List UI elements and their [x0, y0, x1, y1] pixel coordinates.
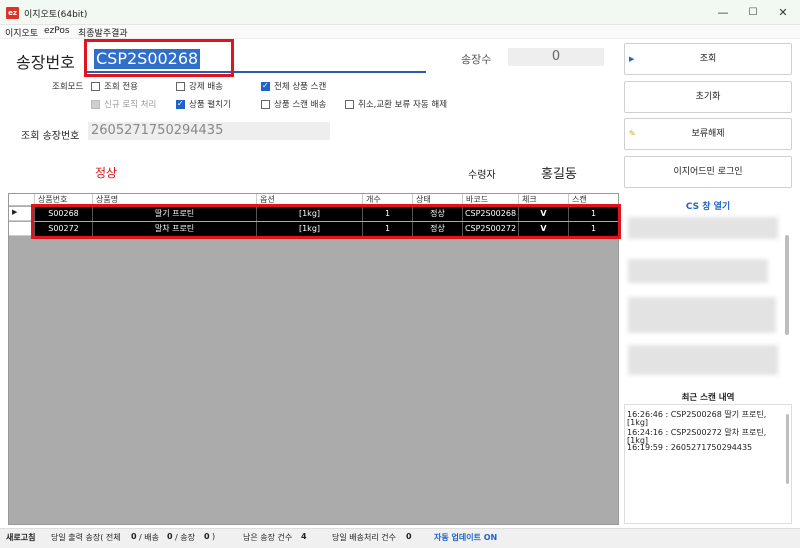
- invoice-label: 송장번호: [16, 53, 75, 72]
- searched-invoice-label: 조회 송장번호: [21, 131, 80, 142]
- menu-item-final-order[interactable]: 최종발주결과: [78, 26, 128, 39]
- window-title: 이지오토(64bit): [24, 10, 88, 20]
- recent-scan-line: 16:19:59 : 2605271750294435: [627, 443, 753, 452]
- release-hold-button[interactable]: ✎ 보류해제: [624, 118, 792, 150]
- checkbox-expand-products[interactable]: [176, 99, 185, 109]
- today-output-label: 당일 출력 송장( 전체: [51, 533, 121, 542]
- checkbox-scan-delivery[interactable]: [261, 100, 270, 109]
- processed-value: 0: [406, 532, 412, 541]
- maximize-icon[interactable]: ☐: [738, 4, 768, 22]
- checkbox-view-only[interactable]: [91, 82, 100, 91]
- receiver-label: 수령자: [468, 170, 496, 181]
- reset-button-label: 초기화: [695, 92, 721, 102]
- current-row-arrow-icon: ▶: [12, 208, 18, 216]
- cs-panel-scrollbar[interactable]: [785, 235, 789, 335]
- product-grid: [8, 193, 619, 525]
- app-logo-icon: ez: [6, 7, 19, 19]
- invoice-count-label: / 송장: [175, 533, 195, 542]
- minimize-icon[interactable]: —: [708, 4, 738, 22]
- option-force-delivery-label: 강제 배송: [189, 82, 223, 92]
- auto-update-status[interactable]: 자동 업데이트 ON: [434, 532, 497, 543]
- count-value: 0: [508, 48, 604, 66]
- option-scan-delivery-label: 상품 스캔 배송: [274, 100, 327, 110]
- option-auto-release-label: 취소,교환 보류 자동 해제: [358, 100, 448, 110]
- checkbox-force-delivery[interactable]: [176, 82, 185, 91]
- recent-scans-list: [624, 404, 792, 524]
- today-total-value: 0: [131, 532, 137, 541]
- remaining-value: 4: [301, 532, 307, 541]
- delivery-value: 0: [167, 532, 173, 541]
- option-full-scan-label: 전체 상품 스캔: [274, 82, 327, 92]
- reset-button[interactable]: 초기화: [624, 81, 792, 113]
- search-button-label: 조회: [699, 54, 717, 64]
- option-view-only-label: 조회 전용: [104, 82, 138, 92]
- processed-label: 당일 배송처리 건수: [332, 533, 396, 542]
- blurred-content: [628, 217, 778, 239]
- recent-scans-title: 최근 스캔 내역: [681, 393, 735, 403]
- searched-invoice-value: 2605271750294435: [91, 123, 224, 138]
- menu-item-eziauto[interactable]: 이지오토: [5, 26, 38, 39]
- receiver-value: 홍길동: [541, 167, 577, 182]
- ezadmin-login-button[interactable]: 이지어드민 로그인: [624, 156, 792, 188]
- status-text: 정상: [95, 166, 118, 180]
- cs-panel: [624, 213, 792, 381]
- checkbox-auto-release[interactable]: [345, 100, 354, 109]
- ezadmin-login-button-label: 이지어드민 로그인: [673, 167, 743, 177]
- highlight-box-invoice: [84, 39, 234, 77]
- recent-scans-scrollbar[interactable]: [786, 414, 789, 484]
- title-bar: [0, 0, 800, 25]
- delivery-label: / 배송: [139, 533, 159, 542]
- checkbox-full-scan[interactable]: [261, 81, 270, 91]
- close-icon[interactable]: ✕: [768, 4, 798, 22]
- remaining-label: 남은 송장 건수: [243, 533, 293, 542]
- invoice-count-value: 0: [204, 532, 210, 541]
- mode-label: 조회모드: [52, 82, 84, 92]
- blurred-content: [628, 297, 776, 333]
- refresh-link[interactable]: 새로고침: [6, 532, 35, 543]
- blurred-content: [628, 259, 768, 283]
- blurred-content: [628, 345, 778, 375]
- release-hold-button-label: 보류해제: [691, 129, 725, 139]
- recent-scan-line: [1kg]: [627, 418, 649, 427]
- checkbox-new-logic[interactable]: [91, 100, 100, 109]
- cs-window-link[interactable]: CS 창 열기: [624, 199, 792, 212]
- menu-item-ezpos[interactable]: ezPos: [44, 26, 70, 36]
- count-label: 송장수: [461, 53, 492, 66]
- key-icon: ✎: [629, 129, 636, 138]
- option-new-logic-label: 신규 로직 처리: [104, 100, 157, 110]
- highlight-box-rows: [31, 204, 621, 239]
- close-paren: ): [212, 532, 216, 541]
- option-expand-products-label: 상품 펼치기: [189, 100, 231, 110]
- search-button[interactable]: ▶ 조회: [624, 43, 792, 75]
- play-arrow-icon: ▶: [629, 55, 635, 63]
